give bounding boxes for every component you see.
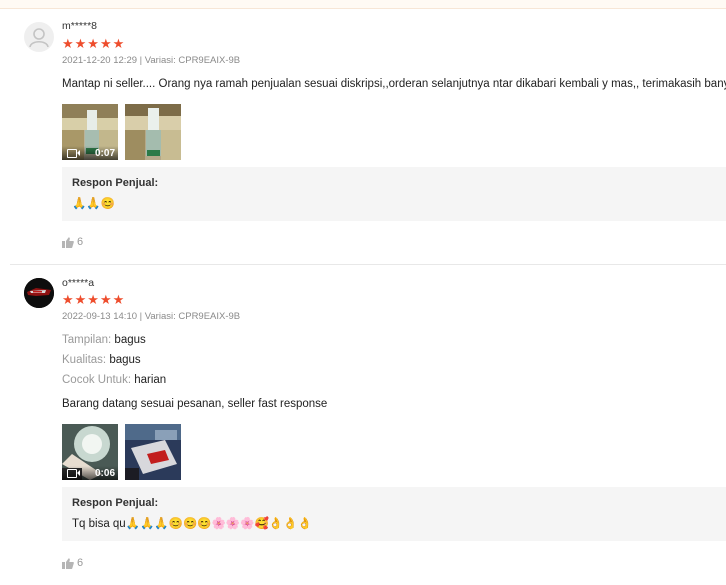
- attribute-cocok-untuk: Cocok Untuk: harian: [62, 374, 166, 386]
- review-meta: 2021-12-20 12:29 | Variasi: CPR9EAIX-9B: [62, 55, 241, 66]
- user-avatar[interactable]: [24, 278, 54, 308]
- review-meta: 2022-09-13 14:10 | Variasi: CPR9EAIX-9B: [62, 311, 241, 322]
- product-photo: [125, 424, 181, 480]
- seller-response-title: Respon Penjual:: [72, 497, 159, 509]
- video-duration: 0:07: [94, 148, 115, 159]
- seller-response-text: 🙏🙏😊: [72, 198, 115, 210]
- review-divider: [10, 264, 726, 265]
- attribute-key: Kualitas:: [62, 354, 107, 366]
- review-image-thumbnail[interactable]: [125, 104, 181, 160]
- seller-response-text: Tq bisa qu🙏🙏🙏😊😊😊🌸🌸🌸🥰👌👌👌: [72, 518, 312, 530]
- video-camera-icon: [67, 149, 80, 158]
- like-count: 6: [77, 236, 84, 248]
- default-user-icon: [29, 28, 49, 48]
- video-overlay: 0:06: [62, 466, 118, 480]
- video-overlay: 0:07: [62, 146, 118, 160]
- thumbs-up-icon: [62, 236, 74, 248]
- product-photo: [125, 104, 181, 160]
- video-camera-icon: [67, 469, 80, 478]
- attribute-value: bagus: [114, 334, 146, 346]
- review-text: Mantap ni seller.... Orang nya ramah pen…: [62, 78, 726, 90]
- user-avatar[interactable]: [24, 22, 54, 52]
- attribute-value: harian: [134, 374, 167, 386]
- review-video-thumbnail[interactable]: 0:06: [62, 424, 118, 480]
- review-text: Barang datang sesuai pesanan, seller fas…: [62, 398, 328, 410]
- like-button[interactable]: 6: [62, 236, 83, 248]
- review-username[interactable]: o*****a: [62, 277, 94, 289]
- thumbs-up-icon: [62, 557, 74, 569]
- attribute-key: Cocok Untuk:: [62, 374, 132, 386]
- review-image-thumbnail[interactable]: [125, 424, 181, 480]
- video-duration: 0:06: [94, 468, 115, 479]
- review-video-thumbnail[interactable]: 0:07: [62, 104, 118, 160]
- seller-response: Respon Penjual: Tq bisa qu🙏🙏🙏😊😊😊🌸🌸🌸🥰👌👌👌: [62, 487, 726, 541]
- attribute-value: bagus: [109, 354, 141, 366]
- star-rating: ★★★★★: [62, 292, 126, 307]
- star-rating: ★★★★★: [62, 36, 126, 51]
- review-username[interactable]: m*****8: [62, 20, 97, 32]
- seller-response: Respon Penjual: 🙏🙏😊: [62, 167, 726, 221]
- top-strip: [0, 0, 726, 9]
- like-count: 6: [77, 557, 84, 569]
- user-avatar-image: [24, 278, 54, 308]
- attribute-kualitas: Kualitas: bagus: [62, 354, 141, 366]
- like-button[interactable]: 6: [62, 557, 83, 569]
- seller-response-title: Respon Penjual:: [72, 177, 159, 189]
- attribute-key: Tampilan:: [62, 334, 112, 346]
- attribute-tampilan: Tampilan: bagus: [62, 334, 146, 346]
